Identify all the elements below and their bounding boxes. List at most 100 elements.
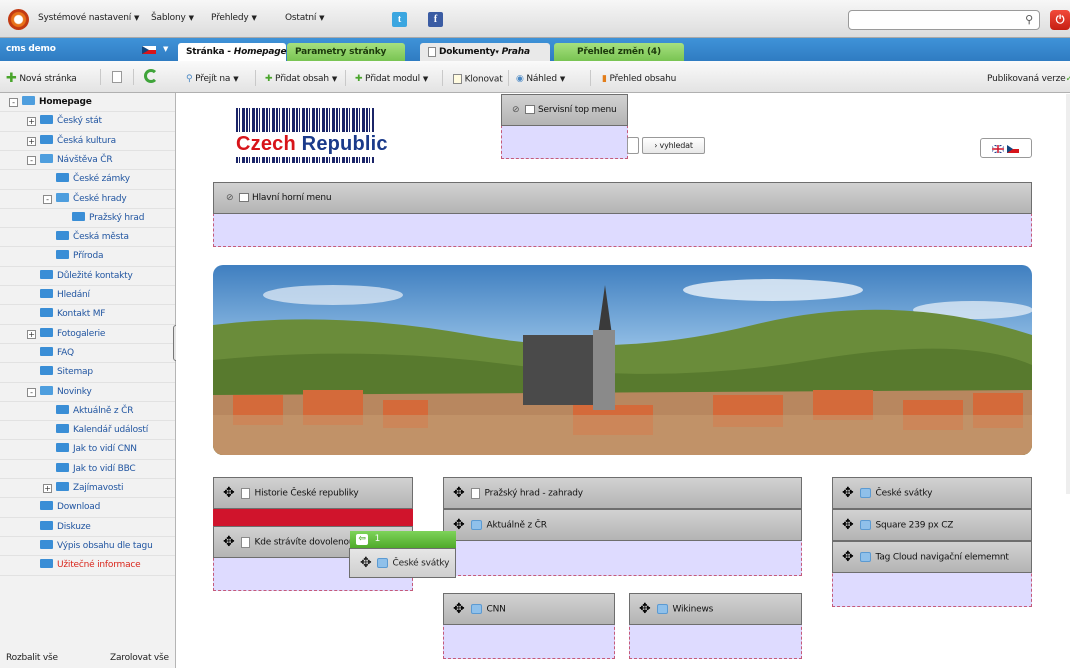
chevron-down-icon[interactable]: ▼ [163, 45, 168, 53]
tree-node[interactable]: Česká města [56, 228, 129, 247]
calendar-icon [859, 488, 871, 498]
folder-icon [56, 443, 69, 453]
tree-node[interactable]: Fotogalerie [40, 325, 105, 344]
content-overview-button[interactable]: ▮ Přehled obsahu [602, 74, 676, 84]
kentico-logo-icon[interactable] [8, 9, 29, 30]
power-icon[interactable]: ⏻ [1050, 10, 1070, 30]
tree-node[interactable]: Hledání [40, 286, 90, 305]
language-selector[interactable] [980, 138, 1032, 158]
new-page-button[interactable]: ✚ Nová stránka [6, 71, 77, 86]
tab-page[interactable]: Stránka - Homepage [178, 43, 287, 61]
tree-node[interactable]: Pražský hrad [72, 209, 144, 228]
webpart-wikinews[interactable]: ✥ Wikinews [629, 593, 802, 625]
twitter-icon[interactable]: t [392, 12, 407, 27]
tree-node[interactable]: Zajímavosti [56, 479, 124, 498]
tree-node[interactable]: Download [40, 498, 100, 517]
magnifier-icon[interactable]: ⚲ [1021, 12, 1037, 28]
collapse-icon[interactable]: - [43, 194, 52, 204]
webpart-prague-castle[interactable]: ✥ Pražský hrad - zahrady [443, 477, 802, 509]
tree-node[interactable]: Sitemap [40, 363, 93, 382]
tree-node[interactable]: Diskuze [40, 518, 91, 537]
expand-icon[interactable]: + [27, 136, 36, 146]
menu-label: Ostatní [285, 13, 317, 23]
facebook-icon[interactable]: f [428, 12, 443, 27]
add-content-button[interactable]: ✚ Přidat obsah ▼ [265, 74, 337, 84]
tree-node[interactable]: FAQ [40, 344, 74, 363]
tree-node[interactable]: Příroda [56, 247, 104, 266]
servisni-menu-webpart[interactable]: ⊘ Servisní top menu [501, 94, 628, 126]
collapse-icon[interactable]: - [9, 98, 18, 107]
tree-node[interactable]: Kalendář událostí [56, 421, 148, 440]
drag-count: 1 [374, 534, 381, 544]
webpart-holidays[interactable]: ✥ České svátky [832, 477, 1032, 509]
folder-icon [56, 231, 69, 241]
search-button[interactable]: › vyhledat [642, 137, 705, 154]
expand-icon[interactable]: + [43, 484, 52, 493]
move-icon[interactable]: ✥ [453, 485, 465, 501]
clone-button[interactable]: Klonovat [453, 74, 503, 85]
scrollbar[interactable] [1066, 94, 1070, 494]
webpart-history[interactable]: ✥ Historie České republiky [213, 477, 413, 509]
tree-node[interactable]: Homepage [22, 93, 92, 112]
dragged-webpart[interactable]: ✥ České svátky [349, 548, 456, 578]
refresh-icon[interactable] [144, 69, 158, 83]
move-icon[interactable]: ✥ [842, 549, 854, 565]
add-module-button[interactable]: ✚ Přidat modul ▼ [355, 74, 428, 84]
expand-all-link[interactable]: Rozbalit vše [6, 653, 58, 663]
published-version-dropdown[interactable]: Publikovaná verze✓▼ [987, 74, 1070, 84]
move-icon[interactable]: ✥ [223, 485, 235, 501]
tree-node[interactable]: Výpis obsahu dle tagu [40, 537, 153, 556]
webpart-news-cr[interactable]: ✥ Aktuálně z ČR [443, 509, 802, 541]
global-search-input[interactable] [848, 10, 1040, 30]
webpart-cnn[interactable]: ✥ CNN [443, 593, 615, 625]
content-tree: - Homepage + Český stát + Česká kultura - Návšt… [0, 93, 176, 640]
menu-overviews[interactable]: Přehledy ▼ [211, 13, 257, 23]
tab-documents[interactable]: Dokumenty▾ Praha [420, 43, 550, 61]
czech-republic-logo[interactable]: Czech Republic [236, 133, 388, 156]
preview-button[interactable]: ◉ Náhled ▼ [516, 74, 565, 84]
barcode-logo-top [236, 108, 374, 132]
folder-icon [56, 482, 69, 491]
tab-changes[interactable]: Přehled změn (4) [554, 43, 684, 61]
tree-node[interactable]: Jak to vidí BBC [56, 460, 136, 479]
tab-page-params[interactable]: Parametry stránky [287, 43, 405, 61]
tree-node[interactable]: Návštěva ČR [40, 151, 113, 170]
tree-node[interactable]: Užitečné informace [40, 556, 141, 575]
expand-icon[interactable]: + [27, 329, 36, 339]
tree-node[interactable]: Novinky [40, 383, 92, 402]
menu-system-settings[interactable]: Systémové nastavení ▼ [38, 13, 139, 23]
folder-icon [56, 424, 69, 434]
magnifier-icon: ⚲ [186, 74, 193, 84]
move-icon[interactable]: ✥ [453, 601, 465, 617]
main-menu-webpart[interactable]: ⊘ Hlavní horní menu [213, 182, 1032, 214]
collapse-all-link[interactable]: Zarolovat vše [110, 653, 169, 663]
search-input[interactable] [627, 137, 639, 154]
collapse-icon[interactable]: - [27, 387, 36, 397]
tree-node[interactable]: Jak to vidí CNN [56, 440, 137, 459]
tree-node[interactable]: Kontakt MF [40, 305, 105, 324]
expand-icon[interactable]: + [27, 117, 36, 127]
tree-node[interactable]: Český stát [40, 112, 102, 131]
move-icon[interactable]: ✥ [842, 517, 854, 533]
document-icon [240, 487, 250, 499]
move-icon[interactable]: ✥ [223, 534, 235, 550]
webpart-square[interactable]: ✥ Square 239 px CZ [832, 509, 1032, 541]
site-selector[interactable]: cms demo ▼ [0, 38, 176, 61]
goto-button[interactable]: ⚲ Přejít na ▼ [186, 74, 239, 84]
tree-node[interactable]: České zámky [56, 170, 130, 189]
folder-icon [40, 346, 53, 356]
tree-node[interactable]: Česká kultura [40, 132, 116, 151]
collapse-icon[interactable]: - [27, 155, 36, 165]
move-icon[interactable]: ✥ [842, 485, 854, 501]
menu-other[interactable]: Ostatní ▼ [285, 13, 325, 23]
folder-open-icon [40, 385, 53, 395]
move-icon[interactable]: ✥ [639, 601, 651, 617]
tree-node[interactable]: Důležité kontakty [40, 267, 133, 286]
czech-flag-icon [142, 46, 156, 54]
tree-node[interactable]: České hrady [56, 190, 127, 209]
tree-node[interactable]: Aktuálně z ČR [56, 402, 133, 421]
tree-toolbar: ✚ Nová stránka [0, 61, 176, 93]
menu-templates[interactable]: Šablony ▼ [151, 13, 194, 23]
delete-icon[interactable] [112, 71, 122, 83]
webpart-tagcloud[interactable]: ✥ Tag Cloud navigační elememnt [832, 541, 1032, 573]
